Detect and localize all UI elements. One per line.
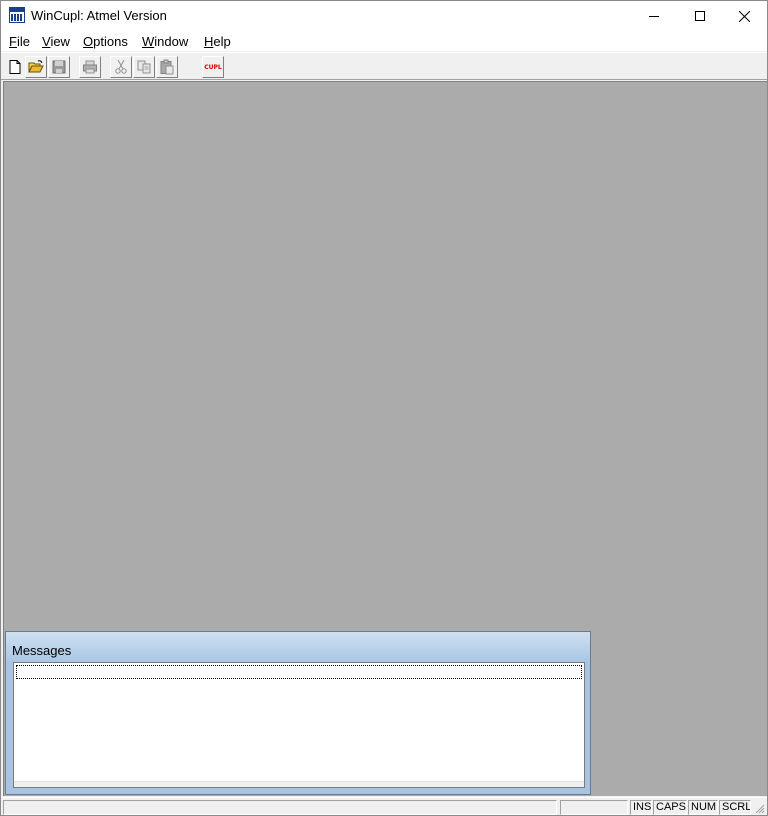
status-ins-indicator: INS — [630, 800, 652, 815]
window-title: WinCupl: Atmel Version — [31, 8, 167, 23]
open-folder-icon — [28, 60, 44, 73]
copy-button[interactable] — [133, 56, 155, 78]
save-button[interactable] — [48, 56, 70, 78]
paste-button[interactable] — [156, 56, 178, 78]
messages-focus-row[interactable] — [16, 665, 582, 679]
messages-window[interactable]: Messages — [5, 631, 591, 795]
cut-icon — [115, 59, 127, 74]
new-file-icon — [9, 60, 21, 74]
print-button[interactable] — [79, 56, 101, 78]
status-scrl-indicator: SCRL — [719, 800, 751, 815]
close-icon — [738, 10, 750, 22]
cupl-compile-icon: CUPL — [204, 63, 222, 71]
open-file-button[interactable] — [25, 56, 47, 78]
menu-help[interactable]: Help — [204, 34, 231, 49]
print-icon — [83, 60, 97, 74]
messages-title: Messages — [12, 643, 72, 658]
minimize-button[interactable] — [631, 1, 677, 31]
resize-grip-icon[interactable] — [753, 802, 765, 814]
messages-title-bar[interactable]: Messages — [6, 632, 590, 662]
save-icon — [52, 60, 66, 74]
status-caps-indicator: CAPS — [653, 800, 687, 815]
copy-icon — [137, 60, 151, 74]
messages-horizontal-scrollbar[interactable] — [14, 781, 584, 787]
messages-list[interactable] — [13, 662, 585, 788]
minimize-icon — [649, 16, 659, 17]
menu-options[interactable]: Options — [83, 34, 128, 49]
status-blank-pane — [560, 800, 628, 815]
menu-window[interactable]: Window — [142, 34, 188, 49]
wincupl-app-icon[interactable] — [9, 7, 25, 23]
menu-file[interactable]: File — [9, 34, 30, 49]
cut-button[interactable] — [110, 56, 132, 78]
cupl-compile-button[interactable]: CUPL — [202, 56, 224, 78]
title-bar[interactable]: WinCupl: Atmel Version — [1, 1, 767, 31]
menu-bar: File View Options Window Help — [1, 31, 767, 51]
paste-icon — [160, 59, 174, 75]
maximize-button[interactable] — [677, 1, 723, 31]
toolbar: CUPL — [1, 52, 767, 80]
status-message-pane — [3, 800, 557, 815]
new-file-button[interactable] — [4, 56, 26, 78]
main-window: WinCupl: Atmel Version File View Options… — [0, 0, 768, 816]
status-num-indicator: NUM — [688, 800, 718, 815]
menu-view[interactable]: View — [42, 34, 70, 49]
status-bar: INS CAPS NUM SCRL — [1, 797, 767, 815]
maximize-icon — [695, 11, 705, 21]
close-button[interactable] — [721, 1, 767, 31]
